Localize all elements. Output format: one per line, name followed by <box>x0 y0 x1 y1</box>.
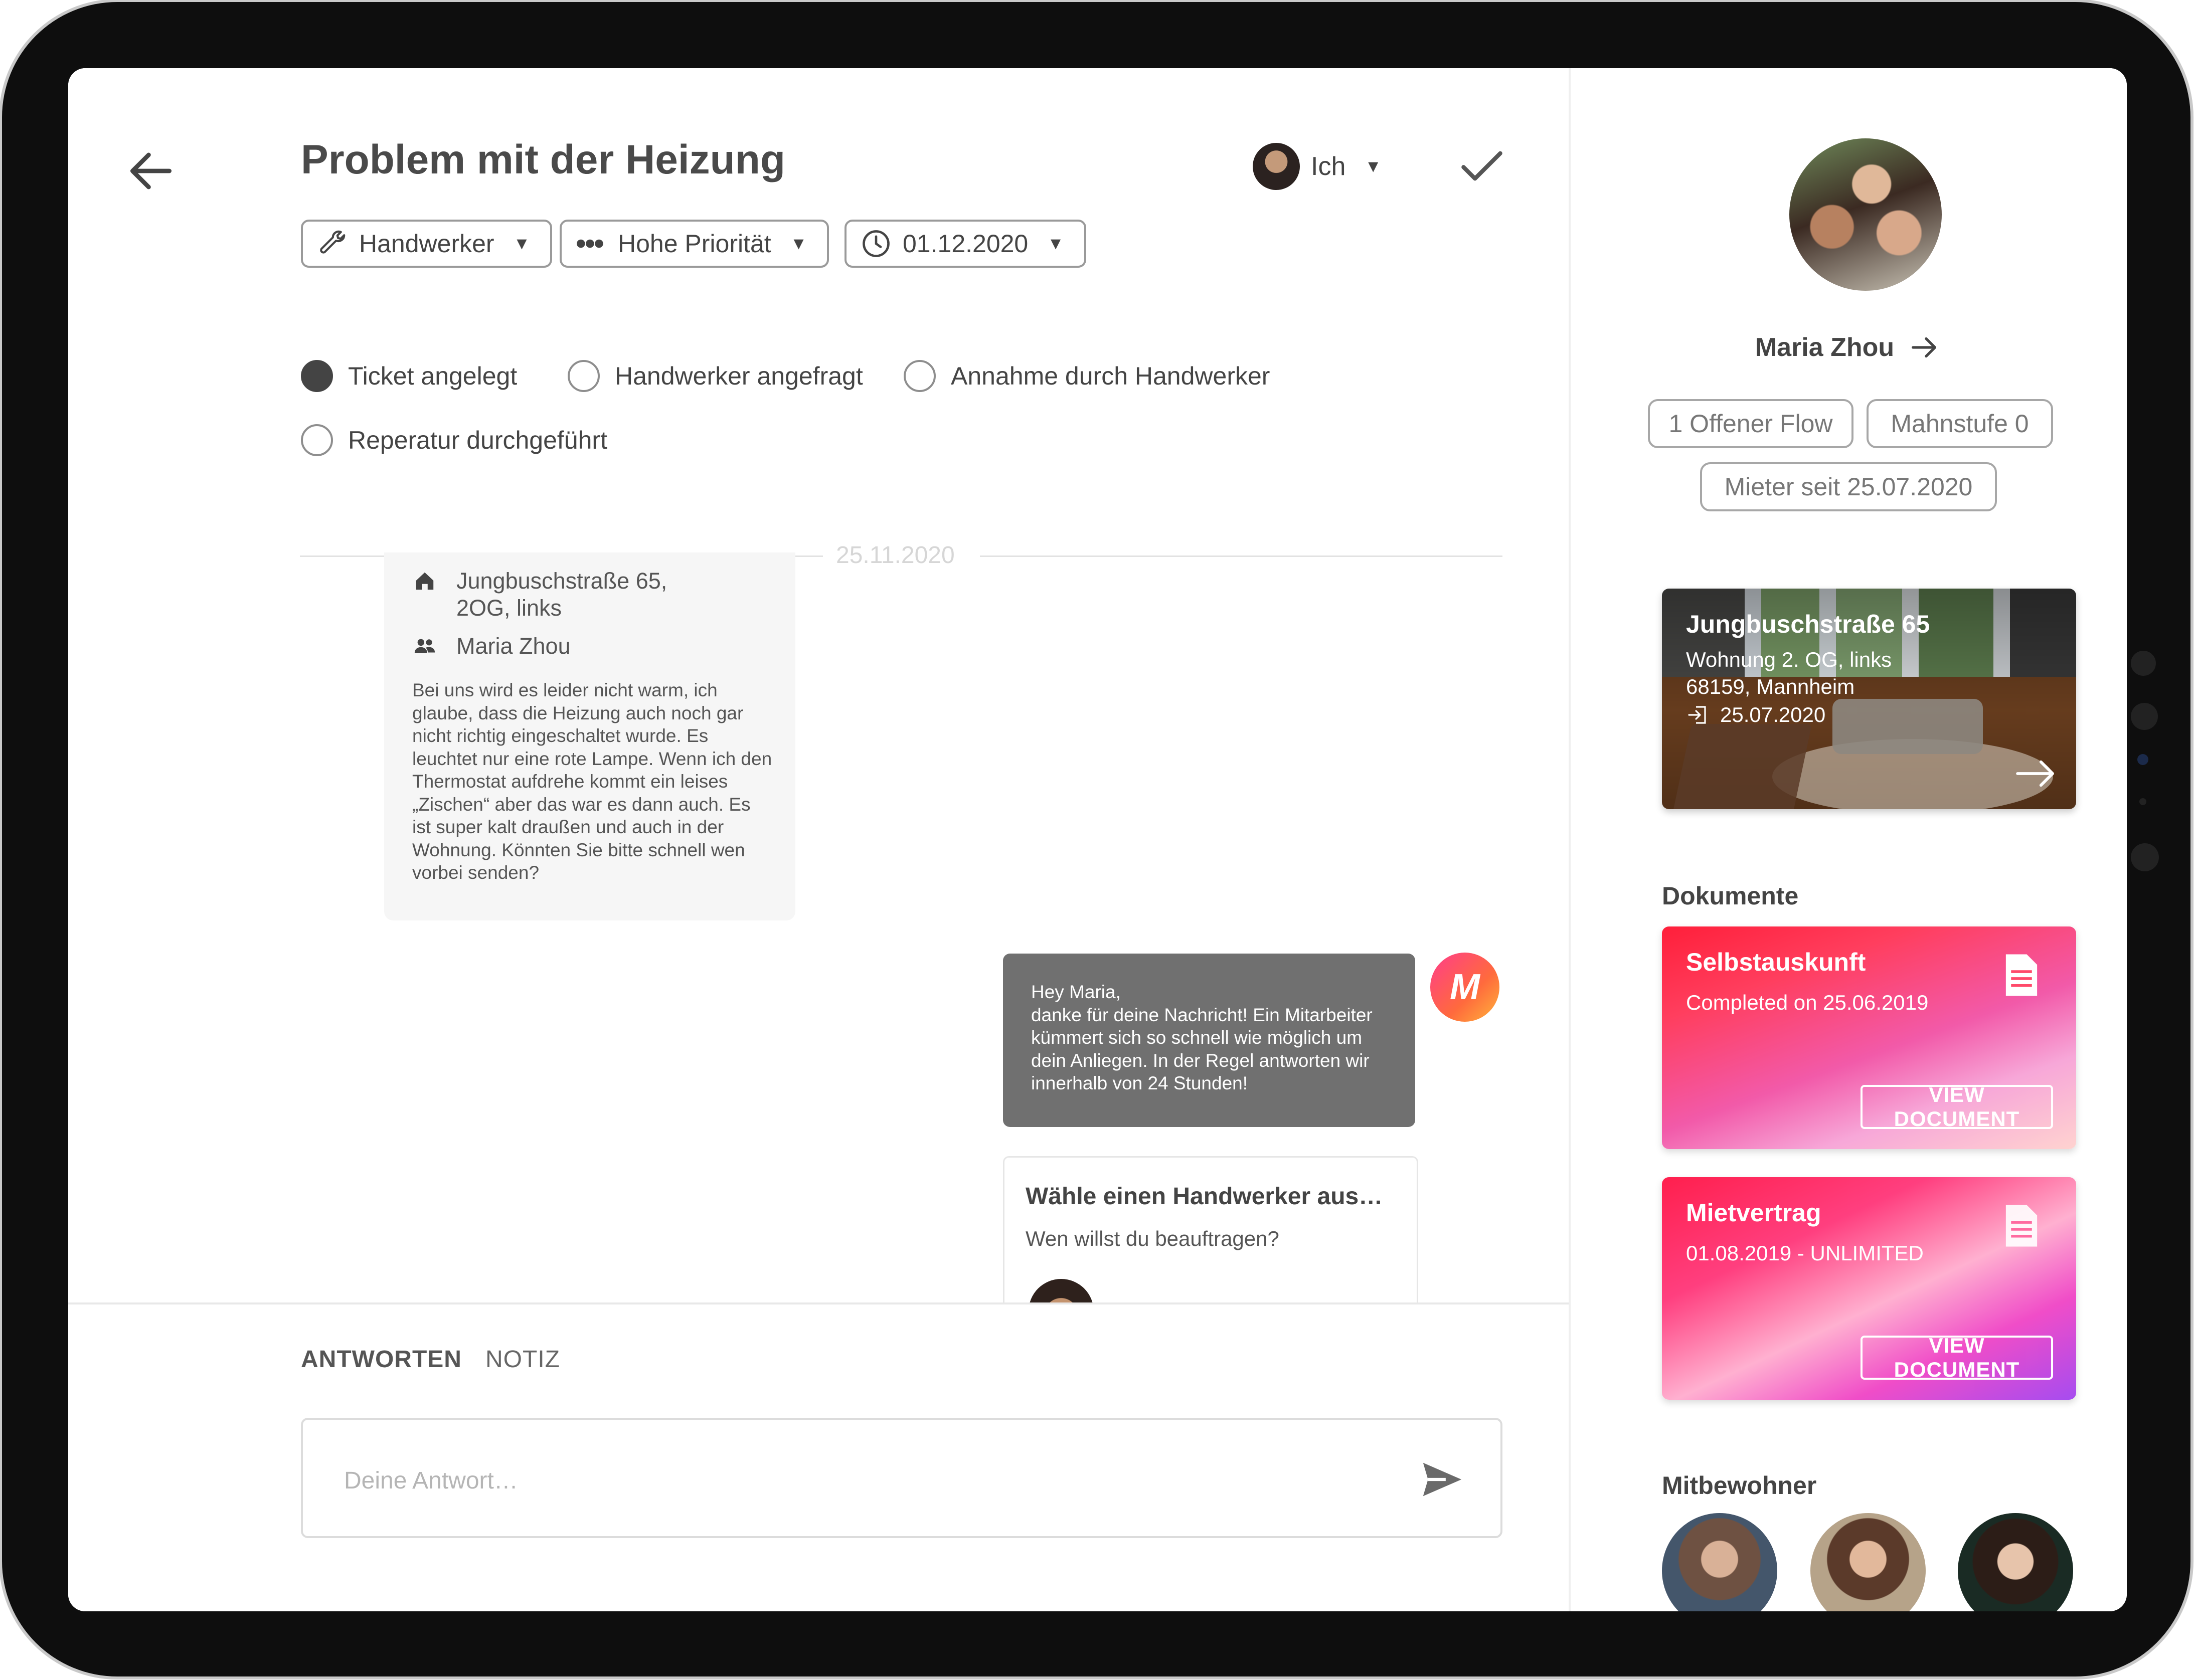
document-title: Mietvertrag <box>1686 1199 1821 1227</box>
arrow-right-icon[interactable] <box>2014 756 2059 791</box>
caret-down-icon: ▼ <box>1365 156 1382 176</box>
status-label: Annahme durch Handwerker <box>951 362 1270 390</box>
reply-box <box>301 1418 1502 1538</box>
arrow-right-icon <box>1912 337 1937 358</box>
move-in-icon <box>1688 706 1706 724</box>
tag-tenant-since[interactable]: Mieter seit 25.07.2020 <box>1700 462 1997 511</box>
wrench-icon <box>320 230 346 254</box>
side-sensor <box>2131 651 2156 676</box>
view-document-button[interactable]: VIEW DOCUMENT <box>1861 1334 2053 1381</box>
craftsman-card-title: Wähle einen Handwerker aus… <box>1026 1183 1383 1210</box>
message-text: Bei uns wird es leider nicht warm, ich g… <box>412 680 772 883</box>
category-dropdown[interactable]: Handwerker ▼ <box>301 220 553 268</box>
agent-avatar: M <box>1430 953 1499 1022</box>
priority-dropdown[interactable]: Hohe Priorität ▼ <box>560 220 829 268</box>
radio-checked <box>301 360 333 392</box>
tab-reply[interactable]: ANTWORTEN <box>301 1346 462 1373</box>
caret-down-icon: ▼ <box>1047 234 1064 253</box>
property-unit: Wohnung 2. OG, links <box>1686 648 1892 671</box>
craftsman-card-subtitle: Wen willst du beauftragen? <box>1026 1227 1279 1250</box>
priority-label: Hohe Priorität <box>618 230 771 258</box>
property-city: 68159, Mannheim <box>1686 675 1855 698</box>
home-icon <box>416 572 434 590</box>
property-card[interactable]: Jungbuschstraße 65 Wohnung 2. OG, links … <box>1662 589 2076 809</box>
agent-reply-bubble: Hey Maria, danke für deine Nachricht! Ei… <box>1003 954 1415 1127</box>
side-sensor <box>2131 843 2159 871</box>
divider <box>980 555 1502 557</box>
author-row: Maria Zhou <box>413 633 571 660</box>
message-address: Jungbuschstraße 65, 2OG, links <box>456 568 667 621</box>
craftsman-select-card[interactable]: Wähle einen Handwerker aus… Wen willst d… <box>1003 1156 1418 1320</box>
document-title: Selbstauskunft <box>1686 948 1866 976</box>
message-author: Maria Zhou <box>456 633 571 659</box>
checkmark-icon[interactable] <box>1454 138 1509 194</box>
tab-note[interactable]: NOTIZ <box>485 1346 560 1373</box>
status-craftsman-requested[interactable]: Handwerker angefragt <box>568 360 863 392</box>
tenant-name-link[interactable]: Maria Zhou <box>1571 330 2127 365</box>
caret-down-icon: ▼ <box>513 234 531 253</box>
send-icon[interactable] <box>1418 1456 1465 1503</box>
date-separator: 25.11.2020 <box>823 541 968 569</box>
address-row: Jungbuschstraße 65, 2OG, links <box>413 568 667 622</box>
people-icon <box>414 639 435 653</box>
due-date-dropdown[interactable]: 01.12.2020 ▼ <box>845 220 1086 268</box>
document-subtitle: 01.08.2019 - UNLIMITED <box>1686 1241 1924 1265</box>
caret-down-icon: ▼ <box>790 234 807 253</box>
side-sensor <box>2137 754 2148 765</box>
radio-unchecked <box>568 360 600 392</box>
move-in-date: 25.07.2020 <box>1720 703 1826 726</box>
tenant-avatar <box>1789 138 1942 291</box>
document-icon <box>2005 1205 2038 1247</box>
room-photo-detail <box>1672 724 1812 809</box>
roommates-heading: Mitbewohner <box>1662 1471 1817 1500</box>
status-ticket-created[interactable]: Ticket angelegt <box>301 360 517 392</box>
reply-text: Hey Maria, danke für deine Nachricht! Ei… <box>1031 982 1373 1093</box>
roommate-avatar[interactable] <box>1662 1513 1777 1611</box>
category-label: Handwerker <box>359 230 494 258</box>
documents-heading: Dokumente <box>1662 882 1799 910</box>
tenant-message-card: Jungbuschstraße 65, 2OG, links Maria Zho… <box>384 552 795 920</box>
tenant-sidebar: Maria Zhou 1 Offener Flow Mahnstufe 0 Mi… <box>1569 68 2127 1611</box>
ticket-title: Problem mit der Heizung <box>301 137 785 182</box>
tag-dunning-level[interactable]: Mahnstufe 0 <box>1867 399 2053 448</box>
roommate-avatar[interactable] <box>1958 1513 2073 1611</box>
tag-open-flow[interactable]: 1 Offener Flow <box>1648 399 1853 448</box>
ticket-panel: Problem mit der Heizung Ich ▼ Handwerker… <box>68 68 1569 1611</box>
status-label: Handwerker angefragt <box>615 362 863 390</box>
status-label: Ticket angelegt <box>348 362 518 390</box>
document-card-self-disclosure: Selbstauskunft Completed on 25.06.2019 V… <box>1662 926 2076 1149</box>
side-sensor <box>2139 798 2146 805</box>
due-date-label: 01.12.2020 <box>903 230 1029 258</box>
assignee-label: Ich <box>1311 152 1346 181</box>
reply-input[interactable] <box>343 1455 1348 1506</box>
document-icon <box>2005 954 2038 996</box>
room-photo-detail <box>1832 699 1983 754</box>
radio-unchecked <box>904 360 936 392</box>
back-arrow-icon[interactable] <box>123 143 179 199</box>
roommate-avatar[interactable] <box>1810 1513 1926 1611</box>
status-repair-done[interactable]: Reperatur durchgeführt <box>301 424 607 456</box>
assignee-dropdown[interactable]: Ich ▼ <box>1253 142 1382 191</box>
assignee-avatar <box>1253 143 1300 190</box>
document-subtitle: Completed on 25.06.2019 <box>1686 991 1929 1014</box>
status-label: Reperatur durchgeführt <box>348 426 607 454</box>
radio-unchecked <box>301 424 333 456</box>
app-screen: Problem mit der Heizung Ich ▼ Handwerker… <box>68 68 2127 1611</box>
side-sensor <box>2131 703 2158 730</box>
property-street: Jungbuschstraße 65 <box>1686 610 1930 638</box>
tablet-frame: Problem mit der Heizung Ich ▼ Handwerker… <box>2 2 2190 1676</box>
status-craftsman-accepted[interactable]: Annahme durch Handwerker <box>904 360 1270 392</box>
tenant-name: Maria Zhou <box>1755 333 1895 362</box>
clock-icon <box>863 230 890 257</box>
document-card-lease: Mietvertrag 01.08.2019 - UNLIMITED VIEW … <box>1662 1177 2076 1400</box>
view-document-button[interactable]: VIEW DOCUMENT <box>1861 1083 2053 1131</box>
priority-dots-icon <box>577 239 603 248</box>
move-in-row: 25.07.2020 <box>1686 703 1825 727</box>
